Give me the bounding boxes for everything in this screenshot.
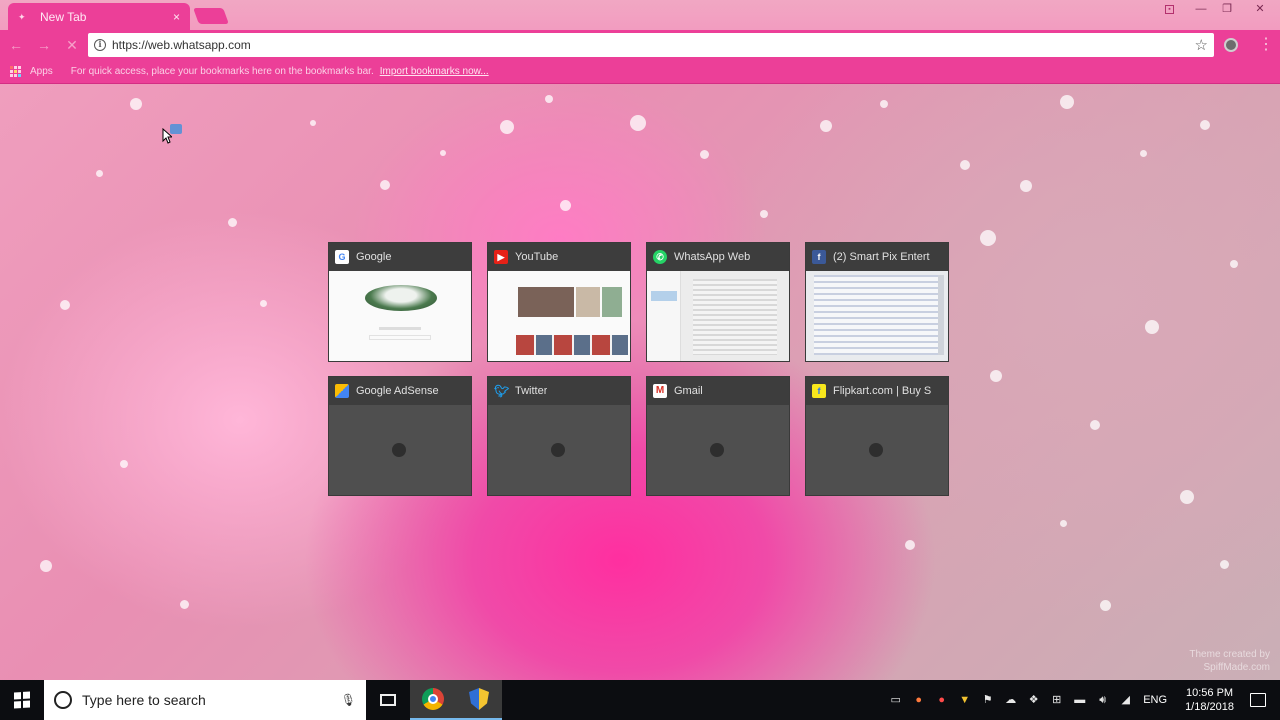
flipkart-icon: f (812, 384, 826, 398)
browser-toolbar: ← → ✕ i https://web.whatsapp.com ☆ ⋮ (0, 30, 1280, 60)
taskbar-chrome[interactable] (410, 680, 456, 720)
tab-title: New Tab (40, 9, 87, 24)
tile-title: Twitter (515, 385, 548, 397)
app-tray-icon[interactable]: ● (912, 694, 925, 707)
bookmarks-bar: Apps For quick access, place your bookma… (0, 60, 1280, 84)
extension-icon[interactable] (1224, 38, 1238, 52)
tile-thumbnail (647, 271, 789, 361)
forward-button[interactable]: → (32, 33, 56, 57)
shield-icon (469, 688, 489, 710)
loading-dot (392, 443, 406, 457)
tile-gmail[interactable]: M Gmail (646, 376, 790, 496)
loading-dot (710, 443, 724, 457)
facebook-icon: f (812, 250, 826, 264)
tile-twitter[interactable]: 🐦︎ Twitter (487, 376, 631, 496)
windows-logo-icon (14, 691, 30, 709)
tile-title: Gmail (674, 385, 703, 397)
dropbox-icon[interactable]: ❖ (1027, 694, 1040, 707)
chrome-icon (422, 688, 444, 710)
info-icon[interactable]: i (94, 39, 106, 51)
apps-shortcut[interactable]: Apps (30, 66, 53, 77)
network-share-icon[interactable]: ⊞ (1050, 694, 1063, 707)
profile-icon: ▪ (1165, 4, 1174, 14)
task-view-button[interactable] (366, 680, 410, 720)
cursor-busy-icon (170, 124, 182, 134)
tile-google-adsense[interactable]: Google AdSense (328, 376, 472, 496)
taskbar-clock[interactable]: 10:56 PM 1/18/2018 (1185, 686, 1234, 714)
flag-icon[interactable]: ⚑ (981, 694, 994, 707)
tile-title: Flipkart.com | Buy S (833, 385, 932, 397)
tile-title: WhatsApp Web (674, 251, 751, 263)
google-icon: G (335, 250, 349, 264)
apps-grid-icon[interactable] (10, 65, 22, 78)
maximize-button[interactable]: ❐ (1214, 1, 1240, 17)
back-button[interactable]: ← (4, 33, 28, 57)
new-tab-icon: ✦ (18, 11, 26, 22)
clock-date: 1/18/2018 (1185, 701, 1234, 713)
clock-time: 10:56 PM (1185, 687, 1234, 699)
theme-credit-line1: Theme created by (1189, 649, 1270, 660)
tile-google[interactable]: G Google (328, 242, 472, 362)
task-view-icon (380, 694, 396, 706)
language-indicator[interactable]: ENG (1143, 694, 1167, 706)
windows-taskbar: Type here to search 🎙︎ ▭ ● ● ▼ ⚑ ☁ ❖ ⊞ ▬… (0, 680, 1280, 720)
wifi-icon[interactable]: ◢ (1119, 694, 1132, 707)
tab-close-button[interactable]: × (173, 10, 180, 24)
tile-thumbnail (806, 271, 948, 361)
tab-strip: ✦ New Tab × ▪ — ❐ ✕ (0, 0, 1280, 30)
start-button[interactable] (0, 680, 44, 720)
cloud-icon[interactable]: ☁ (1004, 694, 1017, 707)
theme-credit-line2: SpiffMade.com (1203, 662, 1270, 673)
taskbar-search-box[interactable]: Type here to search 🎙︎ (44, 680, 366, 720)
new-tab-button[interactable] (193, 8, 229, 24)
tile-title: (2) Smart Pix Entert (833, 251, 930, 263)
adsense-icon (335, 384, 349, 398)
taskbar-security-app[interactable] (456, 680, 502, 720)
close-window-button[interactable]: ✕ (1240, 1, 1280, 17)
minimize-button[interactable]: — (1188, 1, 1214, 17)
search-placeholder[interactable]: Type here to search (82, 692, 341, 708)
loading-dot (869, 443, 883, 457)
window-controls: ▪ — ❐ ✕ (1165, 0, 1280, 18)
tile-title: YouTube (515, 251, 559, 263)
app-tray-icon-2[interactable]: ● (935, 694, 948, 707)
twitter-icon: 🐦︎ (494, 384, 510, 398)
loading-dot (551, 443, 565, 457)
bookmarks-hint: For quick access, place your bookmarks h… (70, 66, 374, 77)
theme-credit: Theme created by SpiffMade.com (1189, 648, 1270, 674)
url-text[interactable]: https://web.whatsapp.com (112, 38, 1195, 52)
whatsapp-icon: ✆ (653, 250, 667, 264)
system-tray: ▭ ● ● ▼ ⚑ ☁ ❖ ⊞ ▬ 🔊︎ ◢ ENG 10:56 PM 1/18… (884, 680, 1280, 720)
profile-button[interactable]: ▪ (1165, 4, 1174, 14)
chat-icon[interactable]: ▭ (889, 694, 902, 707)
tab-new-tab[interactable]: ✦ New Tab × (8, 3, 190, 30)
warning-icon[interactable]: ▼ (958, 694, 971, 707)
tile-flipkart[interactable]: f Flipkart.com | Buy S (805, 376, 949, 496)
cortana-icon (54, 691, 72, 709)
tile-thumbnail (488, 271, 630, 361)
speaker-icon[interactable]: 🔊︎ (1096, 694, 1109, 707)
tile-title: Google AdSense (356, 385, 439, 397)
address-bar[interactable]: i https://web.whatsapp.com ☆ (88, 33, 1214, 57)
microphone-icon[interactable]: 🎙︎ (341, 693, 356, 707)
tile-title: Google (356, 251, 392, 263)
bookmark-star-icon[interactable]: ☆ (1195, 36, 1208, 54)
action-center-icon[interactable] (1250, 693, 1266, 707)
gmail-icon: M (653, 384, 667, 398)
import-bookmarks-link[interactable]: Import bookmarks now... (380, 66, 489, 77)
tile-thumbnail (329, 271, 471, 361)
menu-dots-icon[interactable]: ⋮ (1258, 34, 1274, 54)
stop-button[interactable]: ✕ (60, 33, 84, 57)
tile-youtube[interactable]: ▶ YouTube (487, 242, 631, 362)
youtube-icon: ▶ (494, 250, 508, 264)
battery-icon[interactable]: ▬ (1073, 694, 1086, 707)
tile-whatsapp-web[interactable]: ✆ WhatsApp Web (646, 242, 790, 362)
tile-smart-pix[interactable]: f (2) Smart Pix Entert (805, 242, 949, 362)
